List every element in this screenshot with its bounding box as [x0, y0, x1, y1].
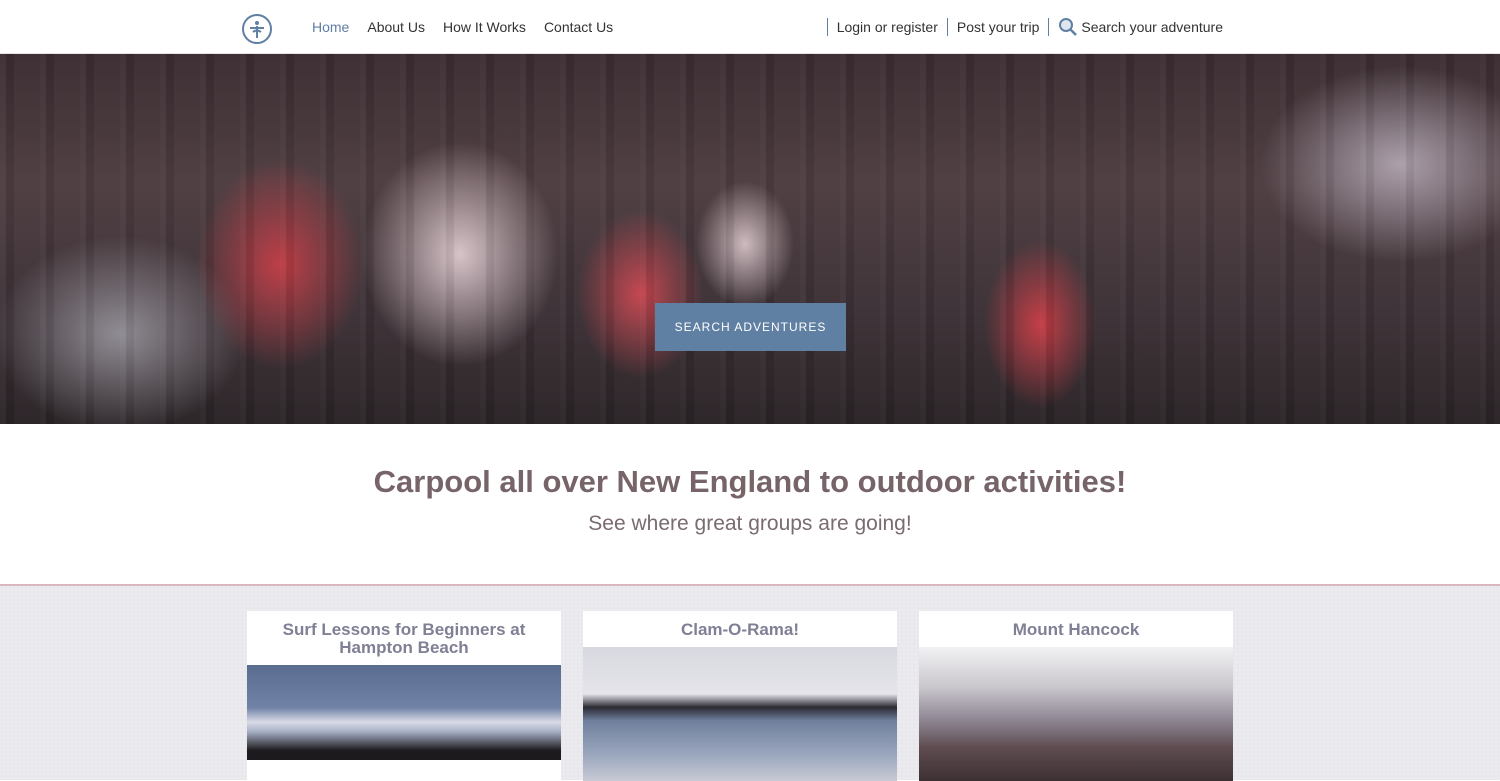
trip-card[interactable]: Mount Hancock	[919, 611, 1233, 781]
intro-subtitle: See where great groups are going!	[588, 512, 912, 535]
group-photo-image	[0, 54, 1500, 424]
trip-card-image[interactable]	[247, 665, 561, 760]
trip-cards-section: Surf Lessons for Beginners at Hampton Be…	[0, 586, 1500, 781]
trip-card-title[interactable]: Surf Lessons for Beginners at Hampton Be…	[247, 611, 561, 657]
account-nav: Login or register Post your trip Search …	[818, 0, 1223, 53]
nav-contact-link[interactable]: Contact Us	[544, 19, 613, 35]
nav-home-link[interactable]: Home	[312, 19, 349, 35]
nav-divider	[826, 17, 828, 36]
login-register-link[interactable]: Login or register	[837, 19, 938, 35]
search-adventure-link[interactable]: Search your adventure	[1058, 17, 1223, 37]
search-icon	[1059, 17, 1078, 36]
post-trip-link[interactable]: Post your trip	[957, 19, 1039, 35]
site-logo-icon[interactable]	[242, 14, 272, 44]
search-adventures-button[interactable]: SEARCH ADVENTURES	[655, 303, 846, 351]
hero-banner: SEARCH ADVENTURES	[0, 54, 1500, 424]
trip-card-image[interactable]	[919, 647, 1233, 781]
intro-section: Carpool all over New England to outdoor …	[0, 424, 1500, 586]
trip-card[interactable]: Clam-O-Rama!	[583, 611, 897, 781]
intro-title: Carpool all over New England to outdoor …	[373, 464, 1127, 499]
trip-card[interactable]: Surf Lessons for Beginners at Hampton Be…	[247, 611, 561, 781]
nav-divider	[946, 17, 948, 36]
trip-card-title[interactable]: Mount Hancock	[919, 611, 1233, 639]
trip-card-title[interactable]: Clam-O-Rama!	[583, 611, 897, 639]
trip-card-image[interactable]	[583, 647, 897, 781]
nav-about-link[interactable]: About Us	[367, 19, 425, 35]
search-adventure-label: Search your adventure	[1081, 18, 1223, 35]
top-navigation-bar: Home About Us How It Works Contact Us Lo…	[0, 0, 1500, 54]
nav-divider	[1048, 17, 1050, 36]
main-nav: Home About Us How It Works Contact Us	[312, 0, 613, 53]
nav-how-it-works-link[interactable]: How It Works	[443, 19, 526, 35]
